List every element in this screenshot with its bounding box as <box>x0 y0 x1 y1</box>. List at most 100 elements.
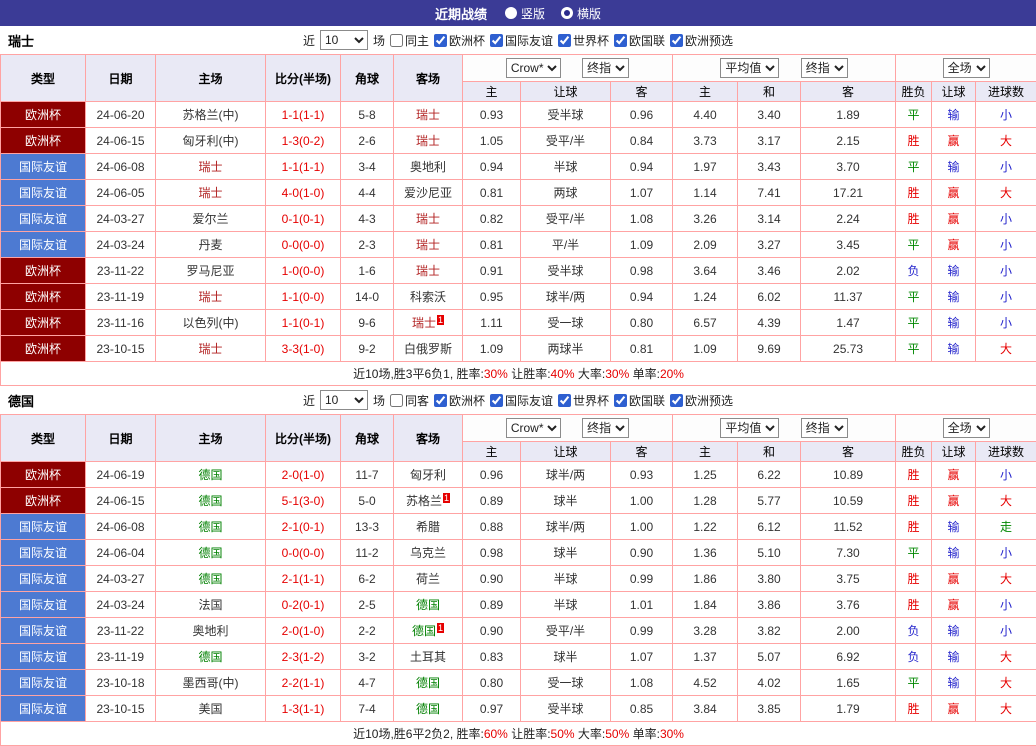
competition-checkbox[interactable] <box>670 34 683 47</box>
competition-filter[interactable]: 欧洲杯 <box>434 32 485 49</box>
same-venue-checkbox[interactable] <box>390 394 403 407</box>
handicap-line-cell: 半球 <box>521 592 611 618</box>
score-cell: 1-1(1-1) <box>266 154 341 180</box>
home-team-cell: 美国 <box>156 696 266 722</box>
match-row: 国际友谊24-03-24法国0-2(0-1)2-5德国0.89半球1.011.8… <box>1 592 1036 618</box>
result-cell: 胜 <box>896 488 932 514</box>
match-count-select[interactable]: 10 <box>320 390 368 410</box>
sub-col-header: 让球 <box>932 442 976 462</box>
team-label: 瑞士 <box>416 238 440 252</box>
col-away-team: 客场 <box>394 415 463 462</box>
competition-checkbox[interactable] <box>614 34 627 47</box>
competition-filter[interactable]: 国际友谊 <box>490 32 553 49</box>
europe-home-odds-cell: 1.22 <box>673 514 738 540</box>
bookmaker-select[interactable]: Crow* <box>506 418 561 438</box>
europe-home-odds-cell: 4.40 <box>673 102 738 128</box>
competition-filter[interactable]: 欧国联 <box>614 392 665 409</box>
europe-home-odds-cell: 4.52 <box>673 670 738 696</box>
europe-home-odds-cell: 1.84 <box>673 592 738 618</box>
competition-checkbox[interactable] <box>670 394 683 407</box>
competition-filter[interactable]: 欧洲预选 <box>670 32 733 49</box>
europe-home-odds-cell: 2.09 <box>673 232 738 258</box>
handicap-away-odds-cell: 1.07 <box>611 644 673 670</box>
handicap-away-odds-cell: 0.96 <box>611 102 673 128</box>
competition-filter[interactable]: 欧国联 <box>614 32 665 49</box>
competition-filter[interactable]: 世界杯 <box>558 392 609 409</box>
away-team-cell: 希腊 <box>394 514 463 540</box>
away-team-cell: 科索沃 <box>394 284 463 310</box>
handicap-time-select[interactable]: 终指 <box>582 58 629 78</box>
competition-type-cell: 欧洲杯 <box>1 462 86 488</box>
col-corner: 角球 <box>341 55 394 102</box>
match-count-select[interactable]: 10 <box>320 30 368 50</box>
competition-filter[interactable]: 欧洲杯 <box>434 392 485 409</box>
match-date-cell: 24-06-05 <box>86 180 156 206</box>
summary-segment: 30% <box>660 727 684 741</box>
result-cell: 负 <box>896 258 932 284</box>
europe-odds-group: 平均值 终指 <box>673 55 896 82</box>
competition-checkbox[interactable] <box>558 394 571 407</box>
competition-checkbox[interactable] <box>490 34 503 47</box>
competition-checkbox[interactable] <box>434 34 447 47</box>
result-cell: 胜 <box>896 566 932 592</box>
europe-away-odds-cell: 6.92 <box>801 644 896 670</box>
match-row: 国际友谊23-11-19德国2-3(1-2)3-2土耳其0.83球半1.071.… <box>1 644 1036 670</box>
europe-time-select[interactable]: 终指 <box>801 58 848 78</box>
summary-text: 近10场,胜6平2负2, 胜率:60% 让胜率:50% 大率:50% 单率:30… <box>1 722 1036 746</box>
handicap-result-cell: 赢 <box>932 180 976 206</box>
handicap-line-cell: 受一球 <box>521 310 611 336</box>
home-team-cell: 瑞士 <box>156 180 266 206</box>
handicap-line-cell: 受平/半 <box>521 618 611 644</box>
sub-col-header: 进球数 <box>976 442 1036 462</box>
same-venue-filter[interactable]: 同客 <box>390 392 429 409</box>
team-label: 墨西哥(中) <box>183 676 239 690</box>
layout-radio-horizontal[interactable]: 横版 <box>561 5 601 22</box>
scope-select[interactable]: 全场 <box>943 418 990 438</box>
sub-col-header: 让球 <box>932 82 976 102</box>
red-card-badge: 1 <box>437 623 444 633</box>
corner-cell: 4-7 <box>341 670 394 696</box>
team-label: 希腊 <box>416 520 440 534</box>
match-row: 国际友谊24-03-24丹麦0-0(0-0)2-3瑞士0.81平/半1.092.… <box>1 232 1036 258</box>
team-name: 德国 <box>8 391 34 410</box>
team-label: 奥地利 <box>192 624 228 638</box>
europe-avg-select[interactable]: 平均值 <box>720 418 779 438</box>
team-label: 德国 <box>198 650 222 664</box>
europe-time-select[interactable]: 终指 <box>801 418 848 438</box>
match-date-cell: 23-10-15 <box>86 696 156 722</box>
competition-filter[interactable]: 世界杯 <box>558 32 609 49</box>
competition-type-cell: 国际友谊 <box>1 232 86 258</box>
away-team-cell: 瑞士 <box>394 128 463 154</box>
summary-segment: 30% <box>484 367 508 381</box>
scope-select[interactable]: 全场 <box>943 58 990 78</box>
team-label: 苏格兰(中) <box>183 108 239 122</box>
handicap-result-cell: 输 <box>932 102 976 128</box>
result-cell: 胜 <box>896 514 932 540</box>
competition-filter[interactable]: 国际友谊 <box>490 392 553 409</box>
home-team-cell: 以色列(中) <box>156 310 266 336</box>
handicap-result-cell: 赢 <box>932 232 976 258</box>
same-venue-label: 同主 <box>405 32 429 49</box>
competition-checkbox[interactable] <box>614 394 627 407</box>
near-label: 近 <box>303 32 315 49</box>
europe-home-odds-cell: 3.73 <box>673 128 738 154</box>
goals-result-cell: 大 <box>976 670 1036 696</box>
handicap-away-odds-cell: 1.00 <box>611 514 673 540</box>
competition-filter[interactable]: 欧洲预选 <box>670 392 733 409</box>
handicap-time-select[interactable]: 终指 <box>582 418 629 438</box>
team-label: 瑞士 <box>416 212 440 226</box>
competition-checkbox[interactable] <box>490 394 503 407</box>
competition-checkbox[interactable] <box>558 34 571 47</box>
bookmaker-select[interactable]: Crow* <box>506 58 561 78</box>
europe-avg-select[interactable]: 平均值 <box>720 58 779 78</box>
handicap-line-cell: 受半球 <box>521 258 611 284</box>
goals-result-cell: 小 <box>976 232 1036 258</box>
layout-radio-vertical[interactable]: 竖版 <box>505 5 545 22</box>
competition-checkbox[interactable] <box>434 394 447 407</box>
europe-away-odds-cell: 3.70 <box>801 154 896 180</box>
same-venue-checkbox[interactable] <box>390 34 403 47</box>
col-corner: 角球 <box>341 415 394 462</box>
europe-away-odds-cell: 2.24 <box>801 206 896 232</box>
same-venue-filter[interactable]: 同主 <box>390 32 429 49</box>
match-date-cell: 24-06-08 <box>86 514 156 540</box>
